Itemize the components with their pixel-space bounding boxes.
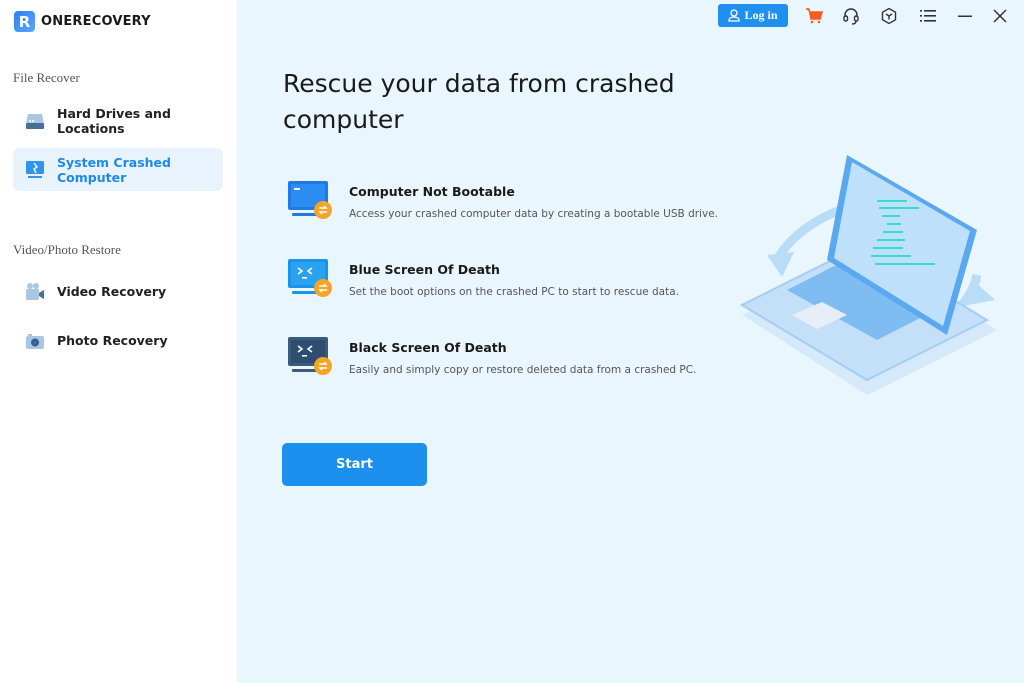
sidebar-item-label: Photo Recovery — [57, 333, 168, 348]
page-title: Rescue your data from crashed computer — [283, 69, 675, 134]
option-computer-not-bootable: Computer Not Bootable Access your crashe… — [286, 180, 718, 230]
sidebar: R ONERECOVERY File Recover Hard Drives a… — [0, 0, 237, 683]
menu-list-icon[interactable] — [918, 6, 938, 26]
option-title: Blue Screen Of Death — [349, 262, 500, 277]
section-label-video-photo: Video/Photo Restore — [13, 242, 121, 257]
login-label: Log in — [744, 8, 778, 22]
logo-icon: R — [14, 11, 35, 32]
sidebar-item-system-crashed[interactable]: System Crashed Computer — [13, 148, 223, 191]
option-title: Computer Not Bootable — [349, 184, 515, 199]
headset-icon[interactable] — [841, 6, 861, 26]
sidebar-item-hard-drives[interactable]: Hard Drives and Locations — [13, 99, 223, 142]
video-camera-icon — [25, 282, 45, 302]
option-description: Set the boot options on the crashed PC t… — [349, 286, 680, 298]
section-label-file-recover: File Recover — [13, 70, 80, 85]
start-button[interactable]: Start — [282, 443, 427, 486]
main-panel: Log in Rescue your data from crashed com… — [237, 0, 1024, 683]
sidebar-item-label: Video Recovery — [57, 284, 167, 299]
app-name: ONERECOVERY — [41, 14, 151, 29]
option-description: Access your crashed computer data by cre… — [349, 208, 718, 220]
option-title: Black Screen Of Death — [349, 340, 507, 355]
option-blue-screen: Blue Screen Of Death Set the boot option… — [286, 258, 706, 308]
sidebar-item-label: Hard Drives and Locations — [57, 105, 171, 136]
hard-drive-icon — [25, 111, 45, 131]
black-screen-icon — [286, 336, 336, 378]
cube-icon[interactable] — [879, 6, 899, 26]
sidebar-item-label: System Crashed Computer — [57, 154, 171, 185]
app-logo: R ONERECOVERY — [14, 11, 151, 32]
blue-screen-icon — [286, 258, 336, 300]
laptop-illustration — [737, 145, 1007, 405]
sidebar-item-video-recovery[interactable]: Video Recovery — [13, 270, 223, 313]
close-icon[interactable] — [990, 6, 1010, 26]
sidebar-item-photo-recovery[interactable]: Photo Recovery — [13, 319, 223, 362]
option-black-screen: Black Screen Of Death Easily and simply … — [286, 336, 706, 386]
cart-icon[interactable] — [804, 6, 824, 26]
camera-icon — [25, 331, 45, 351]
login-button[interactable]: Log in — [718, 4, 788, 27]
crashed-computer-icon — [25, 160, 45, 180]
minimize-icon[interactable] — [955, 6, 975, 26]
user-icon — [728, 9, 741, 22]
monitor-not-bootable-icon — [286, 180, 336, 222]
option-description: Easily and simply copy or restore delete… — [349, 364, 697, 376]
